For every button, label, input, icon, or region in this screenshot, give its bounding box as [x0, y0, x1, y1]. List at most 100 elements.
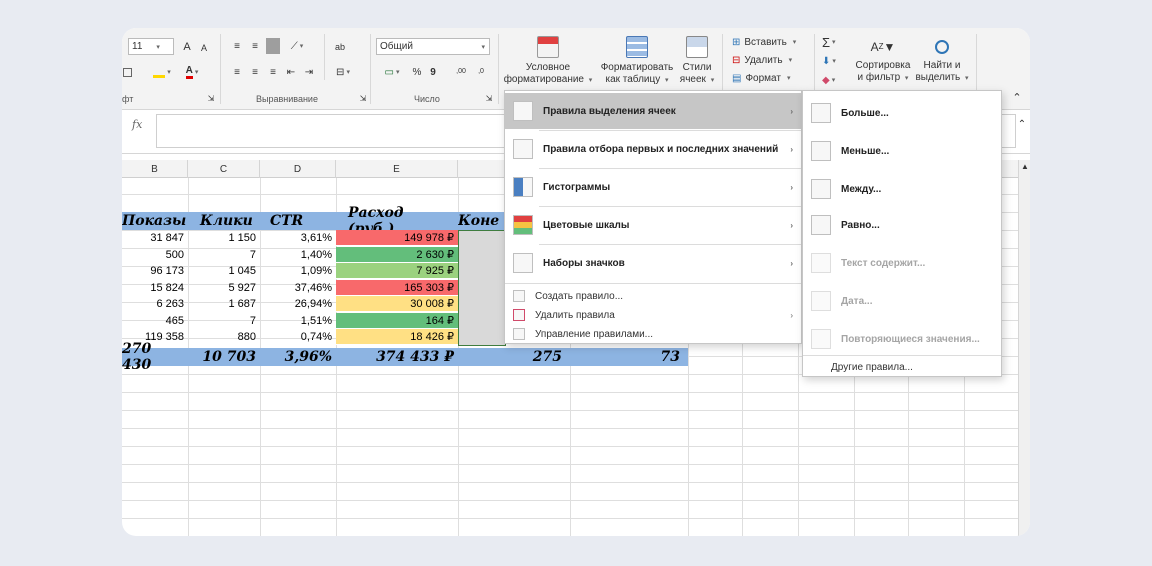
submenu-equal-to[interactable]: Равно...: [803, 207, 1001, 243]
border-button[interactable]: [122, 64, 132, 80]
decrease-decimal-button[interactable]: ,0: [472, 62, 490, 80]
table-cell-spend[interactable]: 165 303 ₽: [336, 279, 458, 296]
align-bottom-button[interactable]: [266, 38, 280, 54]
menu-item-manage-rules[interactable]: Управление правилами...: [505, 325, 801, 343]
dialog-launcher-icon[interactable]: ⇲: [206, 92, 216, 104]
sort-filter-button[interactable]: A Z ▼ Сортировка и фильтр ▾: [850, 34, 916, 85]
menu-item-top-bottom-rules[interactable]: Правила отбора первых и последних значен…: [505, 131, 801, 167]
font-color-button[interactable]: A ▾: [180, 64, 204, 80]
table-cell-ctr[interactable]: 1,40%: [260, 247, 336, 263]
table-cell-ctr[interactable]: 3,61%: [260, 230, 336, 246]
fill-button[interactable]: ⬇ ▾: [822, 54, 848, 68]
clear-button[interactable]: ◆ ▾: [822, 72, 848, 88]
submenu-greater-than[interactable]: Больше...: [803, 95, 1001, 131]
table-cell-views[interactable]: 31 847: [122, 230, 188, 246]
submenu-less-than[interactable]: Меньше...: [803, 133, 1001, 169]
table-cell-spend[interactable]: 18 426 ₽: [336, 329, 458, 345]
thousands-button[interactable]: 9: [426, 64, 440, 80]
table-cell-spend[interactable]: 7 925 ₽: [336, 263, 458, 279]
total-ctr[interactable]: 3,96%: [260, 348, 336, 366]
table-cell-clicks[interactable]: 1 045: [188, 263, 260, 279]
cell-styles-button[interactable]: Стили ячеек ▾: [676, 36, 718, 87]
table-cell-clicks[interactable]: 7: [188, 313, 260, 329]
table-cell-views[interactable]: 465: [122, 313, 188, 329]
menu-item-color-scales[interactable]: Цветовые шкалы ›: [505, 207, 801, 243]
merge-button[interactable]: ⊟ ▾: [330, 64, 356, 80]
table-cell-views[interactable]: 500: [122, 247, 188, 263]
menu-item-highlight-rules[interactable]: Правила выделения ячеек ›: [505, 93, 801, 129]
table-cell-ctr[interactable]: 37,46%: [260, 280, 336, 296]
total-spend[interactable]: 374 433 ₽: [336, 348, 458, 366]
selected-range[interactable]: [458, 230, 506, 346]
fx-icon[interactable]: fx: [132, 118, 142, 131]
currency-button[interactable]: ▭ ▾: [378, 64, 406, 80]
grow-font-button[interactable]: A: [180, 38, 194, 55]
table-cell-spend[interactable]: 164 ₽: [336, 312, 458, 329]
total-conversions[interactable]: 275: [458, 348, 570, 366]
table-cell-views[interactable]: 6 263: [122, 296, 188, 312]
autosum-button[interactable]: Σ ▾: [822, 34, 848, 50]
collapse-ribbon-icon[interactable]: ⌃: [1010, 90, 1024, 104]
total-clicks[interactable]: 10 703: [188, 348, 260, 366]
table-cell-spend[interactable]: 2 630 ₽: [336, 246, 458, 263]
dialog-launcher-icon[interactable]: ⇲: [358, 92, 368, 104]
header-views[interactable]: Показы: [122, 212, 188, 230]
submenu-duplicate-values[interactable]: Повторяющиеся значения...: [803, 321, 1001, 357]
menu-item-icon-sets[interactable]: Наборы значков ›: [505, 245, 801, 281]
table-cell-ctr[interactable]: 1,51%: [260, 313, 336, 329]
menu-item-data-bars[interactable]: Гистограммы ›: [505, 169, 801, 205]
expand-formula-icon[interactable]: ⌃: [1016, 118, 1028, 130]
table-cell-views[interactable]: 96 173: [122, 263, 188, 279]
table-cell-clicks[interactable]: 7: [188, 247, 260, 263]
insert-cells-button[interactable]: ⊞ Вставить ▾: [732, 34, 796, 50]
conditional-formatting-button[interactable]: Условное форматирование ▾: [502, 36, 594, 87]
wrap-text-button[interactable]: ab: [332, 38, 348, 56]
table-cell-clicks[interactable]: 1 150: [188, 230, 260, 246]
table-cell-ctr[interactable]: 26,94%: [260, 296, 336, 312]
header-conversions[interactable]: Коне: [458, 212, 506, 230]
delete-cells-button[interactable]: ⊟ Удалить ▾: [732, 52, 792, 68]
align-left-button[interactable]: ≡: [230, 64, 244, 80]
menu-item-clear-rules[interactable]: Удалить правила ›: [505, 306, 801, 324]
table-cell-ctr[interactable]: 1,09%: [260, 263, 336, 279]
orientation-button[interactable]: ⟋ ▾: [286, 38, 308, 54]
column-header-c[interactable]: C: [188, 160, 260, 178]
align-top-button[interactable]: ≡: [230, 38, 244, 54]
number-format-dropdown[interactable]: Общий ▾: [376, 38, 490, 55]
dialog-launcher-icon[interactable]: ⇲: [484, 92, 494, 104]
submenu-date[interactable]: Дата...: [803, 283, 1001, 319]
table-cell-clicks[interactable]: 880: [188, 329, 260, 345]
table-cell-clicks[interactable]: 5 927: [188, 280, 260, 296]
font-size-dropdown[interactable]: 11 ▾: [128, 38, 174, 55]
percent-button[interactable]: %: [410, 64, 424, 80]
align-center-button[interactable]: ≡: [248, 64, 262, 80]
header-spend[interactable]: Расход (руб.): [336, 205, 458, 237]
shrink-font-button[interactable]: A: [198, 40, 210, 55]
submenu-text-contains[interactable]: Текст содержит...: [803, 245, 1001, 281]
table-cell-clicks[interactable]: 1 687: [188, 296, 260, 312]
header-ctr[interactable]: CTR: [260, 212, 336, 230]
increase-indent-button[interactable]: ⇥: [302, 64, 316, 80]
format-cells-button[interactable]: ▤ Формат ▾: [732, 70, 791, 86]
column-header-b[interactable]: B: [122, 160, 188, 178]
total-other[interactable]: 73: [570, 348, 688, 366]
table-cell-views[interactable]: 15 824: [122, 280, 188, 296]
fill-color-button[interactable]: ▾: [150, 64, 174, 80]
format-as-table-button[interactable]: Форматировать как таблицу ▾: [598, 36, 676, 87]
column-header-d[interactable]: D: [260, 160, 336, 178]
scroll-up-icon[interactable]: ▲: [1021, 162, 1029, 171]
decrease-indent-button[interactable]: ⇤: [284, 64, 298, 80]
header-clicks[interactable]: Клики: [188, 212, 260, 230]
find-select-button[interactable]: Найти и выделить ▾: [914, 34, 970, 85]
menu-item-new-rule[interactable]: Создать правило...: [505, 287, 801, 305]
total-views[interactable]: 270 430: [122, 341, 188, 373]
align-right-button[interactable]: ≡: [266, 64, 280, 80]
table-cell-spend[interactable]: 149 978 ₽: [336, 230, 458, 246]
submenu-more-rules[interactable]: Другие правила...: [803, 358, 1001, 376]
align-middle-button[interactable]: ≡: [248, 38, 262, 54]
increase-decimal-button[interactable]: ,00: [452, 62, 470, 80]
column-header-e[interactable]: E: [336, 160, 458, 178]
vertical-scrollbar[interactable]: ▲: [1018, 160, 1030, 536]
table-cell-ctr[interactable]: 0,74%: [260, 329, 336, 345]
table-cell-spend[interactable]: 30 008 ₽: [336, 296, 458, 312]
